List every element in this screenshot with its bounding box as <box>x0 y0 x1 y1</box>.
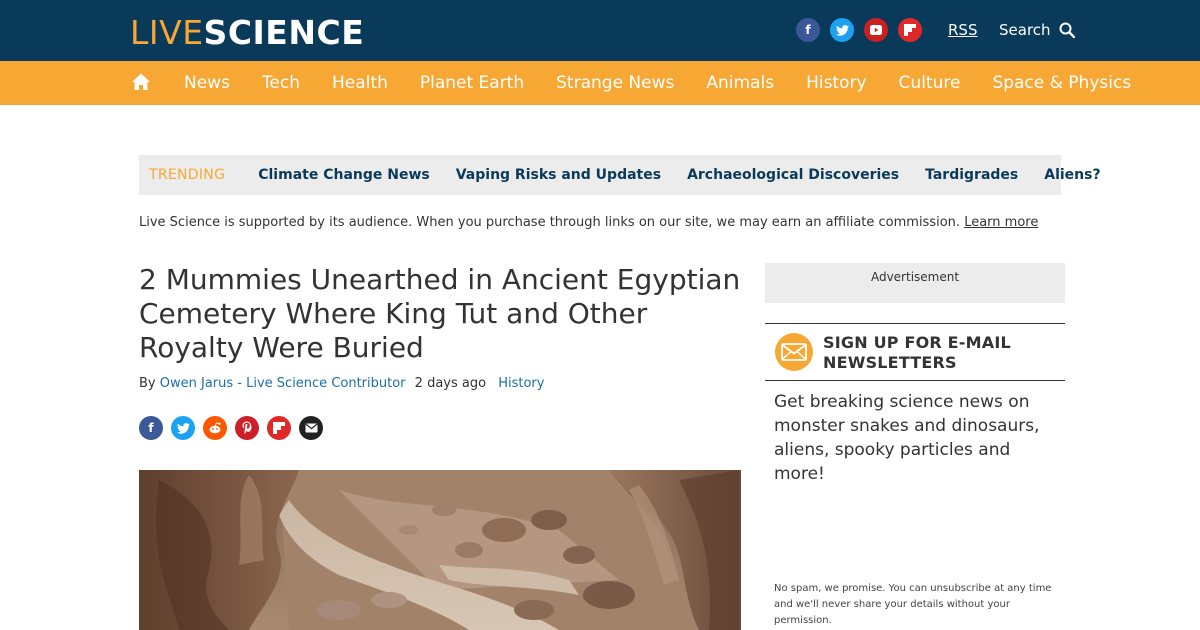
logo-science-text: SCIENCE <box>203 13 365 52</box>
nav-item-planet-earth[interactable]: Planet Earth <box>420 73 524 93</box>
article-byline: By Owen Jarus - Live Science Contributor… <box>139 376 544 391</box>
trending-label: TRENDING <box>149 167 226 183</box>
trending-item-tardigrades[interactable]: Tardigrades <box>925 167 1018 183</box>
nav-item-culture[interactable]: Culture <box>899 73 961 93</box>
youtube-icon[interactable] <box>864 18 888 42</box>
trending-item-climate-change[interactable]: Climate Change News <box>258 167 430 183</box>
nav-item-tech[interactable]: Tech <box>262 73 300 93</box>
flipboard-share-icon[interactable] <box>267 416 291 440</box>
byline-by: By <box>139 376 156 391</box>
learn-more-link[interactable]: Learn more <box>964 215 1038 230</box>
trending-bar: TRENDING Climate Change News Vaping Risk… <box>139 155 1101 195</box>
affiliate-text: Live Science is supported by its audienc… <box>139 215 961 230</box>
envelope-icon <box>775 333 813 371</box>
facebook-share-icon[interactable]: f <box>139 416 163 440</box>
site-header: LIVESCIENCE f RSS Search <box>0 0 1200 61</box>
trending-item-aliens[interactable]: Aliens? <box>1044 167 1100 183</box>
author-link[interactable]: Owen Jarus - Live Science Contributor <box>160 376 406 391</box>
newsletter-fine-print: No spam, we promise. You can unsubscribe… <box>774 583 1052 626</box>
affiliate-disclosure: Live Science is supported by its audienc… <box>139 215 1038 230</box>
nav-item-history[interactable]: History <box>806 73 866 93</box>
nav-item-strange-news[interactable]: Strange News <box>556 73 674 93</box>
search-label: Search <box>999 21 1051 39</box>
search-button[interactable]: Search <box>999 21 1075 39</box>
article-title: 2 Mummies Unearthed in Ancient Egyptian … <box>139 263 741 364</box>
site-logo[interactable]: LIVESCIENCE <box>130 14 364 52</box>
twitter-share-icon[interactable] <box>171 416 195 440</box>
trending-item-vaping[interactable]: Vaping Risks and Updates <box>456 167 661 183</box>
trending-item-archaeology[interactable]: Archaeological Discoveries <box>687 167 899 183</box>
newsletter-description: Get breaking science news on monster sna… <box>774 392 1040 484</box>
nav-item-space-physics[interactable]: Space & Physics <box>992 73 1131 93</box>
facebook-icon[interactable]: f <box>796 18 820 42</box>
nav-item-news[interactable]: News <box>184 73 230 93</box>
twitter-icon[interactable] <box>830 18 854 42</box>
pinterest-share-icon[interactable] <box>235 416 259 440</box>
nav-items: News Tech Health Planet Earth Strange Ne… <box>184 61 1163 105</box>
main-nav: News Tech Health Planet Earth Strange Ne… <box>0 61 1200 105</box>
newsletter-title: SIGN UP FOR E-MAIL NEWSLETTERS <box>823 333 1011 372</box>
flipboard-icon[interactable] <box>898 18 922 42</box>
advertisement-label: Advertisement <box>870 270 960 284</box>
article-hero-image <box>139 470 741 630</box>
nav-item-health[interactable]: Health <box>332 73 388 93</box>
rss-link[interactable]: RSS <box>948 21 977 39</box>
search-icon <box>1059 22 1075 38</box>
newsletter-signup: SIGN UP FOR E-MAIL NEWSLETTERS <box>765 323 1065 381</box>
home-icon[interactable] <box>131 72 151 92</box>
category-link[interactable]: History <box>498 376 544 391</box>
nav-item-animals[interactable]: Animals <box>706 73 774 93</box>
advertisement-slot: Advertisement <box>765 263 1065 303</box>
email-share-icon[interactable] <box>299 416 323 440</box>
logo-live-text: LIVE <box>130 13 204 52</box>
share-bar: f <box>139 416 323 440</box>
header-social-links: f <box>796 18 922 42</box>
publish-time: 2 days ago <box>414 376 487 391</box>
reddit-share-icon[interactable] <box>203 416 227 440</box>
